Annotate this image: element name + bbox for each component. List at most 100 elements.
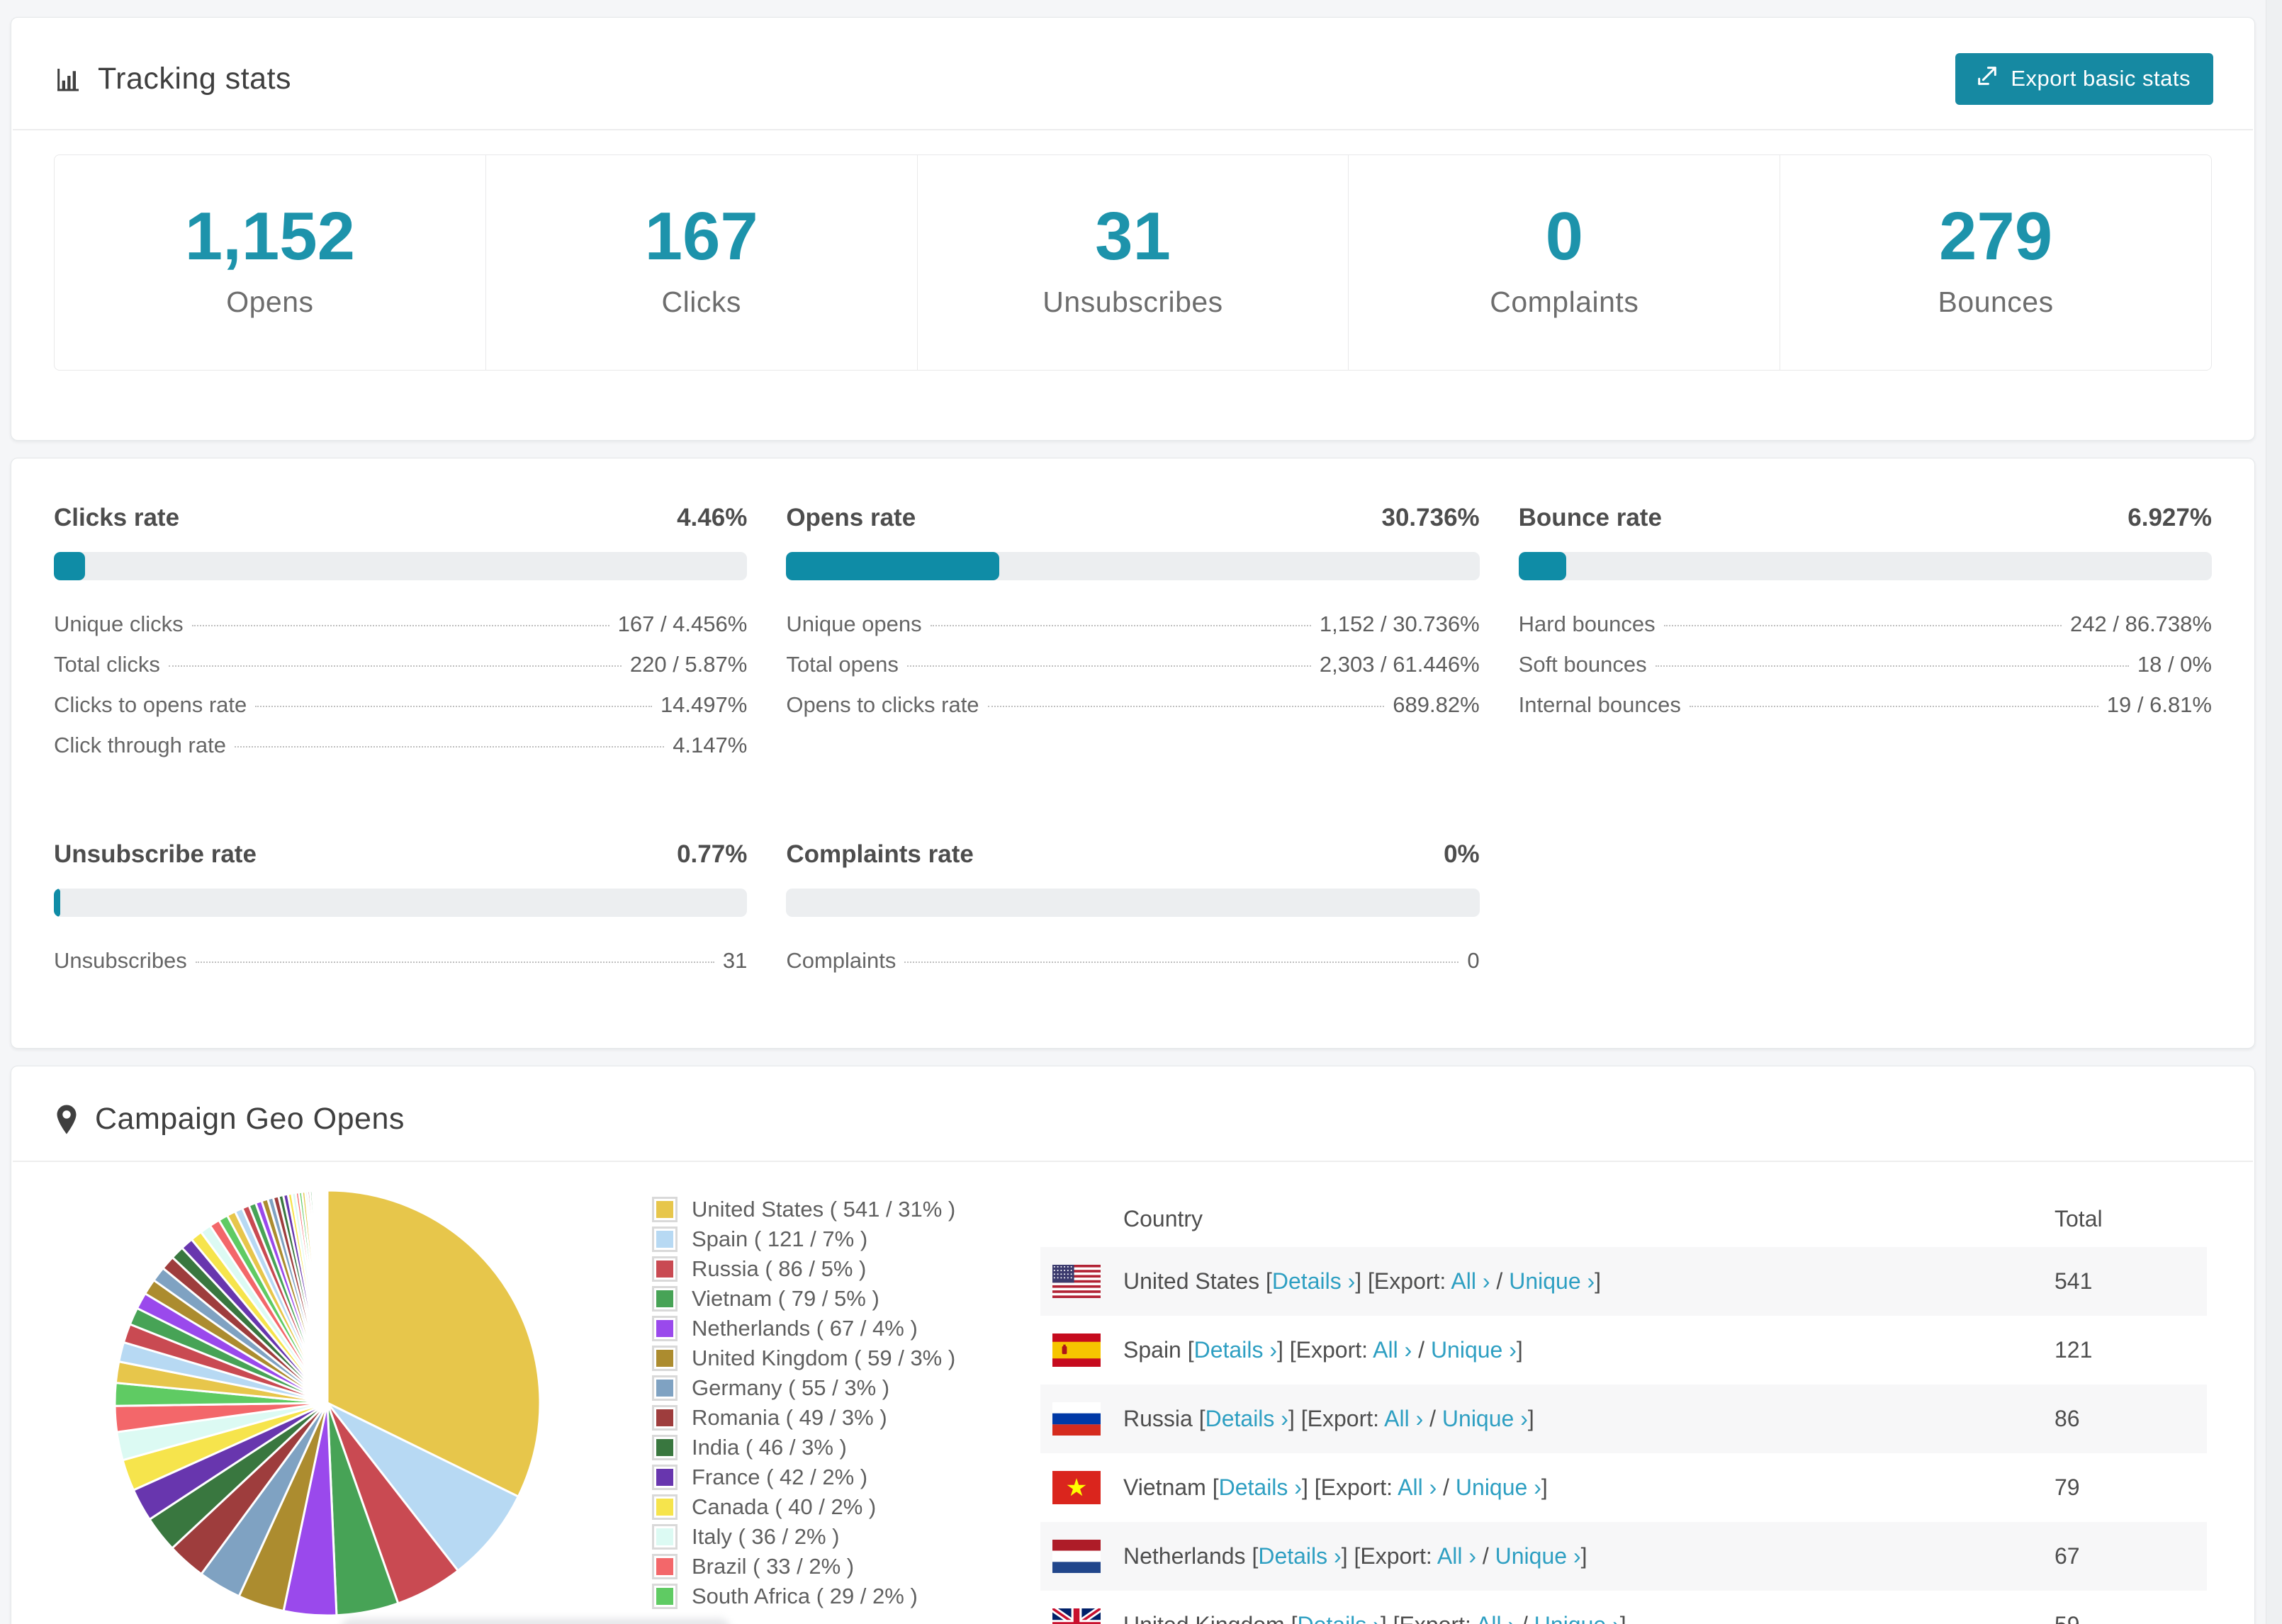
- tracking-stats-title: Tracking stats: [54, 62, 291, 96]
- dotted-leader: [987, 706, 1385, 707]
- rate-title: Complaints rate: [786, 840, 974, 868]
- export-all-link[interactable]: All ›: [1398, 1474, 1437, 1500]
- rate-detail-row: Total clicks 220 / 5.87%: [54, 652, 747, 692]
- tracking-stats-title-text: Tracking stats: [98, 62, 292, 96]
- details-link[interactable]: Details ›: [1297, 1612, 1380, 1624]
- rate-detail-label: Unique opens: [786, 611, 922, 636]
- rate-block-opens-rate: Opens rate 30.736% Unique opens 1,152 / 30.…: [786, 504, 1480, 733]
- stat-label: Complaints: [1490, 286, 1639, 318]
- rate-detail-label: Internal bounces: [1518, 692, 1681, 717]
- rate-block-unsubscribe-rate: Unsubscribe rate 0.77% Unsubscribes 31: [54, 840, 748, 988]
- geo-header: Campaign Geo Opens: [11, 1066, 2254, 1161]
- closing-bracket: ]: [1527, 1406, 1534, 1431]
- rate-progress-fill: [1518, 552, 1567, 580]
- rate-block-complaints-rate: Complaints rate 0% Complaints 0: [786, 840, 1480, 988]
- export-all-link[interactable]: All ›: [1437, 1543, 1476, 1569]
- details-link[interactable]: Details ›: [1194, 1337, 1277, 1363]
- export-prefix: ] [Export:: [1381, 1612, 1476, 1624]
- rate-detail-value: 0: [1467, 948, 1480, 973]
- legend-swatch: [652, 1584, 678, 1609]
- rate-detail-label: Unique clicks: [54, 611, 184, 636]
- export-unique-link[interactable]: Unique ›: [1509, 1268, 1595, 1294]
- country-name: Russia [: [1123, 1406, 1205, 1431]
- legend-swatch: [652, 1346, 678, 1371]
- rate-progress-bar: [786, 552, 1480, 580]
- legend-label: Italy ( 36 / 2% ): [692, 1524, 840, 1549]
- geo-table-header: Country Total: [1040, 1190, 2207, 1247]
- export-unique-link[interactable]: Unique ›: [1495, 1543, 1581, 1569]
- export-all-link[interactable]: All ›: [1384, 1406, 1423, 1431]
- country-links: Russia [Details ›] [Export: All › / Uniq…: [1123, 1406, 1534, 1432]
- legend-swatch: [652, 1524, 678, 1550]
- export-basic-stats-button[interactable]: Export basic stats: [1955, 53, 2213, 105]
- total-cell: 86: [2055, 1406, 2080, 1431]
- rate-progress-bar: [1518, 552, 2212, 580]
- export-all-link[interactable]: All ›: [1476, 1612, 1515, 1624]
- details-link[interactable]: Details ›: [1205, 1406, 1288, 1431]
- geo-legend: United States ( 541 / 31% ) Spain ( 121 /…: [652, 1195, 1040, 1611]
- rate-title: Opens rate: [786, 504, 916, 531]
- legend-item-spain: Spain ( 121 / 7% ): [652, 1224, 1040, 1254]
- stat-box-unsubscribes: 31 Unsubscribes: [918, 155, 1349, 370]
- rate-detail-value: 19 / 6.81%: [2106, 692, 2212, 717]
- stat-value: 0: [1545, 198, 1583, 274]
- rate-progress-fill: [54, 552, 85, 580]
- dotted-leader: [930, 625, 1311, 626]
- geo-table-row-russia: Russia [Details ›] [Export: All › / Uniq…: [1040, 1385, 2207, 1453]
- summary-stats-row: 1,152 Opens 167 Clicks 31 Unsubscribes 0 Compla…: [54, 154, 2212, 371]
- export-all-link[interactable]: All ›: [1373, 1337, 1412, 1363]
- header-divider: [13, 129, 2253, 130]
- legend-swatch: [652, 1554, 678, 1579]
- stat-label: Unsubscribes: [1042, 286, 1223, 318]
- flag-es-icon: [1052, 1333, 1101, 1367]
- rate-value: 0.77%: [677, 840, 748, 868]
- geo-pie-chart[interactable]: [111, 1182, 544, 1621]
- link-separator: /: [1412, 1337, 1431, 1363]
- rate-detail-row: Hard bounces 242 / 86.738%: [1519, 611, 2212, 652]
- closing-bracket: ]: [1595, 1268, 1602, 1294]
- export-unique-link[interactable]: Unique ›: [1534, 1612, 1620, 1624]
- stat-value: 167: [644, 198, 758, 274]
- tracking-stats-card: Tracking stats Export basic stats 1,152 O…: [11, 17, 2255, 441]
- rate-detail-value: 2,303 / 61.446%: [1319, 652, 1480, 677]
- export-unique-link[interactable]: Unique ›: [1456, 1474, 1541, 1500]
- vertical-scrollbar[interactable]: [2266, 0, 2282, 1624]
- legend-swatch: [652, 1435, 678, 1460]
- rate-title: Unsubscribe rate: [54, 840, 257, 868]
- flag-nl-icon: [1052, 1540, 1101, 1573]
- flag-gb-icon: [1052, 1608, 1101, 1624]
- details-link[interactable]: Details ›: [1219, 1474, 1302, 1500]
- rates-card: Clicks rate 4.46% Unique clicks 167 / 4.456…: [11, 458, 2255, 1049]
- country-links: Netherlands [Details ›] [Export: All › /…: [1123, 1543, 1587, 1569]
- legend-swatch: [652, 1405, 678, 1431]
- legend-item-canada: Canada ( 40 / 2% ): [652, 1492, 1040, 1522]
- legend-swatch: [652, 1316, 678, 1341]
- rate-detail-label: Total opens: [786, 652, 899, 677]
- column-header-country: Country: [1123, 1205, 1203, 1231]
- rate-progress-bar: [54, 889, 748, 917]
- legend-item-russia: Russia ( 86 / 5% ): [652, 1254, 1040, 1284]
- link-separator: /: [1476, 1543, 1495, 1569]
- country-cell: United Kingdom [Details ›] [Export: All …: [1040, 1608, 2055, 1624]
- closing-bracket: ]: [1541, 1474, 1548, 1500]
- dotted-leader: [255, 706, 652, 707]
- rate-progress-fill: [54, 889, 60, 917]
- rate-detail-row: Clicks to opens rate 14.497%: [54, 692, 747, 733]
- stat-label: Clicks: [661, 286, 741, 318]
- dotted-leader: [906, 665, 1311, 667]
- country-name: United Kingdom [: [1123, 1612, 1297, 1624]
- legend-item-france: France ( 42 / 2% ): [652, 1462, 1040, 1492]
- legend-swatch: [652, 1227, 678, 1252]
- details-link[interactable]: Details ›: [1272, 1268, 1355, 1294]
- details-link[interactable]: Details ›: [1258, 1543, 1341, 1569]
- flag-us-icon: [1052, 1265, 1101, 1298]
- dotted-leader: [234, 746, 665, 748]
- rate-value: 30.736%: [1381, 504, 1480, 531]
- export-unique-link[interactable]: Unique ›: [1442, 1406, 1528, 1431]
- geo-table-row-united-kingdom: United Kingdom [Details ›] [Export: All …: [1040, 1591, 2207, 1624]
- export-unique-link[interactable]: Unique ›: [1431, 1337, 1517, 1363]
- export-all-link[interactable]: All ›: [1451, 1268, 1490, 1294]
- closing-bracket: ]: [1580, 1543, 1587, 1569]
- legend-label: Brazil ( 33 / 2% ): [692, 1554, 855, 1579]
- country-links: United Kingdom [Details ›] [Export: All …: [1123, 1612, 1626, 1624]
